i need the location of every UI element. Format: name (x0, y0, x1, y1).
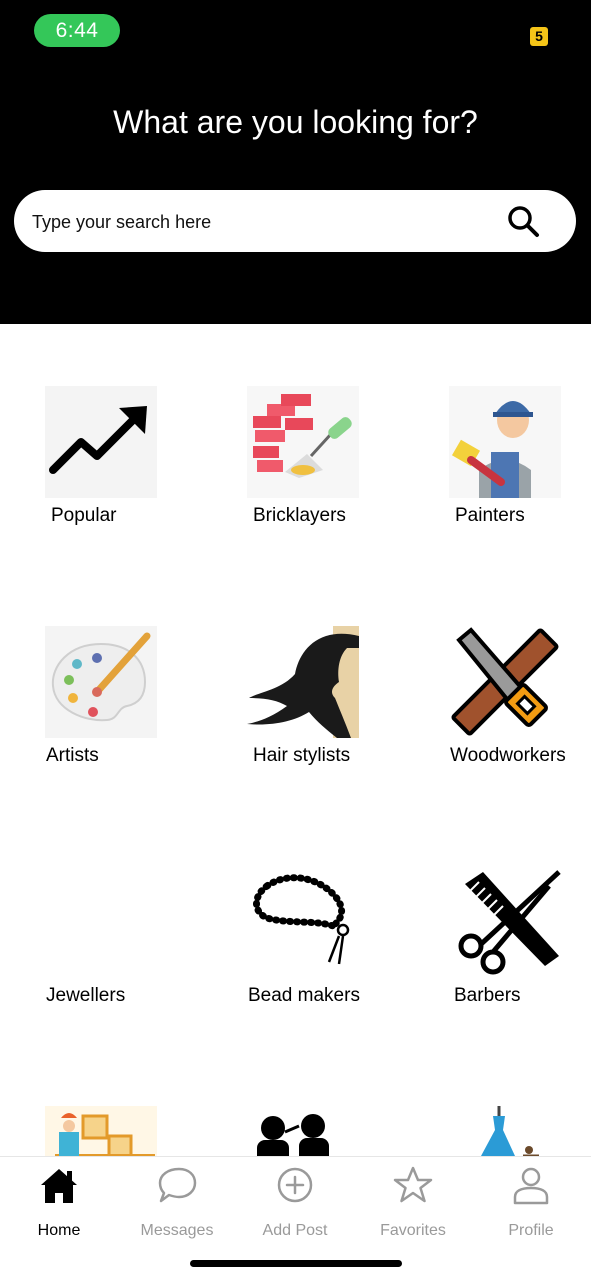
nav-profile[interactable]: Profile (472, 1165, 590, 1245)
category-label: Bricklayers (253, 505, 346, 526)
home-indicator (190, 1260, 402, 1267)
category-label: Popular (51, 505, 117, 526)
nav-favorites[interactable]: Favorites (354, 1165, 472, 1245)
people-silhouette-icon (247, 1106, 359, 1156)
category-bricklayers[interactable]: Bricklayers (247, 386, 417, 536)
category-hair-stylists[interactable]: Hair stylists (247, 626, 417, 776)
search-input[interactable] (30, 204, 494, 240)
category-label: Bead makers (248, 985, 360, 1006)
user-icon (513, 1167, 549, 1205)
category-barbers[interactable]: Barbers (449, 866, 591, 1016)
status-badge: 5 (530, 27, 548, 46)
category-grid: Popular Bricklayers Painters Artists Hai… (0, 324, 591, 1156)
nav-home[interactable]: Home (0, 1165, 118, 1245)
dress-icon (449, 1106, 561, 1156)
status-time: 6:44 (34, 14, 120, 47)
category-label: Barbers (454, 985, 521, 1006)
category-label: Jewellers (46, 985, 126, 1006)
category-label: Hair stylists (253, 745, 351, 766)
painter-icon (449, 386, 561, 498)
comb-scissors-icon (449, 866, 561, 978)
page-title: What are you looking for? (113, 104, 478, 140)
category-bead-makers[interactable]: Bead makers (247, 866, 417, 1016)
trending-up-icon (45, 386, 157, 498)
category-tile-partial-2[interactable] (247, 1106, 417, 1156)
nav-label: Home (37, 1222, 81, 1239)
jewellers-image-placeholder (45, 866, 157, 978)
nav-label: Add Post (262, 1222, 328, 1239)
category-label: Woodworkers (450, 745, 566, 766)
category-popular[interactable]: Popular (45, 386, 215, 536)
category-label: Artists (46, 745, 99, 766)
worker-board-icon (45, 1106, 157, 1156)
search-bar (14, 190, 576, 252)
chat-bubble-icon (158, 1167, 197, 1203)
plus-circle-icon (277, 1167, 313, 1203)
palette-icon (45, 626, 157, 738)
category-woodworkers[interactable]: Woodworkers (449, 626, 591, 776)
nav-add-post[interactable]: Add Post (236, 1165, 354, 1245)
header: 6:44 5 What are you looking for? (0, 0, 591, 324)
woman-hair-icon (247, 626, 359, 738)
category-artists[interactable]: Artists (45, 626, 215, 776)
nav-label: Profile (508, 1222, 554, 1239)
search-icon[interactable] (506, 204, 540, 238)
star-icon (393, 1166, 433, 1203)
nav-messages[interactable]: Messages (118, 1165, 236, 1245)
bead-necklace-icon (247, 866, 359, 978)
home-icon (41, 1169, 77, 1203)
saw-plank-icon (449, 626, 561, 738)
category-tile-partial-1[interactable] (45, 1106, 215, 1156)
category-painters[interactable]: Painters (449, 386, 591, 536)
nav-label: Favorites (380, 1222, 446, 1239)
category-label: Painters (455, 505, 525, 526)
category-tile-partial-3[interactable] (449, 1106, 591, 1156)
nav-label: Messages (140, 1222, 214, 1239)
bricks-trowel-icon (247, 386, 359, 498)
category-jewellers[interactable]: Jewellers (45, 866, 215, 1016)
